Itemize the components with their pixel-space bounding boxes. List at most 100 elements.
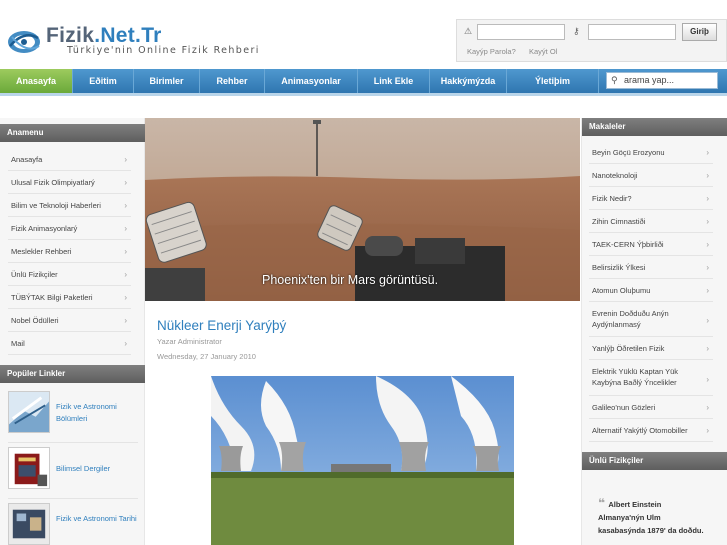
login-box: ⚠ ⚷ Giriþ Kayýp Parola? Kayýt Ol (456, 19, 727, 62)
article-link[interactable]: Belirsizlik Ýlkesi › (589, 256, 713, 279)
chevron-right-icon: › (706, 344, 709, 353)
password-input[interactable] (588, 24, 676, 40)
sidebar-item-haberler[interactable]: Bilim ve Teknoloji Haberleri › (8, 194, 131, 217)
chevron-right-icon: › (124, 293, 127, 302)
nav-divider (0, 93, 727, 96)
chevron-right-icon: › (124, 155, 127, 164)
search-input[interactable]: ⚲ arama yap... (606, 72, 718, 89)
article-link[interactable]: TAEK-CERN Ýþbirliði › (589, 233, 713, 256)
sidebar-item-tubitak[interactable]: TÜBÝTAK Bilgi Paketleri › (8, 286, 131, 309)
nav-item-link-ekle[interactable]: Link Ekle (358, 69, 430, 93)
article-link[interactable]: Atomun Oluþumu › (589, 279, 713, 302)
article-date: Wednesday, 27 January 2010 (157, 352, 256, 361)
nuclear-plant-image (211, 376, 514, 545)
user-icon: ⚠ (464, 26, 473, 36)
article-link-label: TAEK-CERN Ýþbirliði (592, 240, 664, 249)
login-button[interactable]: Giriþ (682, 23, 717, 41)
nav-item-anasayfa[interactable]: Anasayfa (0, 69, 73, 93)
sidebar-item-label: Bilim ve Teknoloji Haberleri (11, 201, 101, 210)
sidebar-item-fizikciler[interactable]: Ünlü Fizikçiler › (8, 263, 131, 286)
atom-logo-icon[interactable] (6, 26, 42, 56)
chevron-right-icon: › (124, 270, 127, 279)
nav-item-iletisim[interactable]: Ýletiþim (507, 69, 599, 93)
articles-header: Makaleler (582, 118, 727, 136)
popular-link-item[interactable]: Fizik ve Astronomi Tarihi (8, 499, 138, 545)
sidebar-item-mail[interactable]: Mail › (8, 332, 131, 355)
sidebar-item-label: TÜBÝTAK Bilgi Paketleri (11, 293, 93, 302)
article-link-label: Evrenin Doðduðu Anýn Aydýnlanmasý (592, 309, 669, 329)
article-link[interactable]: Evrenin Doðduðu Anýn Aydýnlanmasý › (589, 305, 713, 337)
quote-icon: ❝ (598, 496, 609, 510)
famous-physicists-header: Ünlü Fizikçiler (582, 452, 727, 470)
popular-links-header: Popüler Linkler (0, 365, 145, 383)
site-tagline: Türkiye'nin Online Fizik Rehberi (67, 45, 260, 56)
chevron-right-icon: › (706, 316, 709, 325)
main-menu-header: Anamenu (0, 124, 145, 142)
nav-item-rehber[interactable]: Rehber (200, 69, 265, 93)
chevron-right-icon: › (706, 375, 709, 384)
popular-link-item[interactable]: Fizik ve Astronomi Bölümleri (8, 387, 138, 443)
article-link[interactable]: Fizik Nedir? › (589, 187, 713, 210)
article-link-label: Yanlýþ Öðretilen Fizik (592, 344, 665, 353)
nav-item-egitim[interactable]: Eðitim (73, 69, 134, 93)
sidebar-item-anasayfa[interactable]: Anasayfa › (8, 148, 131, 171)
username-input[interactable] (477, 24, 565, 40)
register-link[interactable]: Kayýt Ol (529, 47, 557, 56)
nav-item-animasyonlar[interactable]: Animasyonlar (265, 69, 358, 93)
sidebar-item-meslekler[interactable]: Meslekler Rehberi › (8, 240, 131, 263)
sidebar-item-label: Mail (11, 339, 25, 348)
sidebar-item-label: Nobel Ödülleri (11, 316, 59, 325)
sidebar-item-label: Meslekler Rehberi (11, 247, 72, 256)
chevron-right-icon: › (706, 171, 709, 180)
chevron-right-icon: › (706, 286, 709, 295)
sidebar-item-olimpiyat[interactable]: Ulusal Fizik Olimpiyatlarý › (8, 171, 131, 194)
chevron-right-icon: › (124, 224, 127, 233)
article-link[interactable]: Elektrik Yüklü Kaptan Yük Kaybýna Baðlý … (589, 364, 713, 396)
popular-link-label[interactable]: Bilimsel Dergiler (56, 463, 138, 475)
famous-quote-text: Albert Einstein Almanya'nýn Ulm kasabasý… (598, 500, 704, 535)
article-link[interactable]: Alternatif Yakýtlý Otomobiller › (589, 419, 713, 442)
sidebar-item-animasyonlar[interactable]: Fizik Animasyonlarý › (8, 217, 131, 240)
chevron-right-icon: › (706, 148, 709, 157)
forgot-password-link[interactable]: Kayýp Parola? (467, 47, 516, 56)
article-author: Yazar Administrator (157, 337, 222, 346)
nav-item-birimler[interactable]: Birimler (134, 69, 200, 93)
article-link-label: Zihin Cimnastiði (592, 217, 646, 226)
astronomy-thumbnail (8, 391, 50, 433)
chevron-right-icon: › (706, 403, 709, 412)
article-link[interactable]: Galileo'nun Gözleri › (589, 396, 713, 419)
popular-link-label[interactable]: Fizik ve Astronomi Tarihi (56, 513, 138, 525)
search-placeholder: arama yap... (624, 75, 675, 85)
article-title[interactable]: Nükleer Enerji Yarýþý (157, 318, 286, 333)
chevron-right-icon: › (706, 240, 709, 249)
chevron-right-icon: › (706, 217, 709, 226)
article-link-label: Beyin Göçü Erozyonu (592, 148, 665, 157)
article-link-label: Fizik Nedir? (592, 194, 632, 203)
chevron-right-icon: › (706, 263, 709, 272)
article-link-label: Belirsizlik Ýlkesi (592, 263, 646, 272)
history-thumbnail (8, 503, 50, 545)
popular-link-item[interactable]: Bilimsel Dergiler (8, 443, 138, 499)
search-icon: ⚲ (611, 75, 618, 85)
sidebar-item-label: Fizik Animasyonlarý (11, 224, 78, 233)
main-nav: Anasayfa Eðitim Birimler Rehber Animasyo… (0, 69, 727, 93)
chevron-right-icon: › (706, 426, 709, 435)
brand-name-part2: .Net.Tr (94, 24, 162, 47)
chevron-right-icon: › (124, 339, 127, 348)
page: Fizik.Net.Tr Türkiye'nin Online Fizik Re… (0, 0, 727, 545)
chevron-right-icon: › (706, 194, 709, 203)
sidebar-item-nobel[interactable]: Nobel Ödülleri › (8, 309, 131, 332)
famous-quote[interactable]: ❝ Albert Einstein Almanya'nýn Ulm kasaba… (598, 497, 708, 537)
brand-name-part1: Fizik (46, 24, 95, 47)
article-link[interactable]: Yanlýþ Öðretilen Fizik › (589, 337, 713, 360)
article-link-label: Atomun Oluþumu (592, 286, 651, 295)
popular-link-label[interactable]: Fizik ve Astronomi Bölümleri (56, 401, 138, 425)
article-link[interactable]: Zihin Cimnastiði › (589, 210, 713, 233)
nav-item-hakkimizda[interactable]: Hakkýmýzda (430, 69, 507, 93)
journals-thumbnail (8, 447, 50, 489)
article-link-label: Galileo'nun Gözleri (592, 403, 656, 412)
article-link[interactable]: Nanoteknoloji › (589, 164, 713, 187)
sidebar-item-label: Ulusal Fizik Olimpiyatlarý (11, 178, 95, 187)
chevron-right-icon: › (124, 201, 127, 210)
article-link[interactable]: Beyin Göçü Erozyonu › (589, 141, 713, 164)
